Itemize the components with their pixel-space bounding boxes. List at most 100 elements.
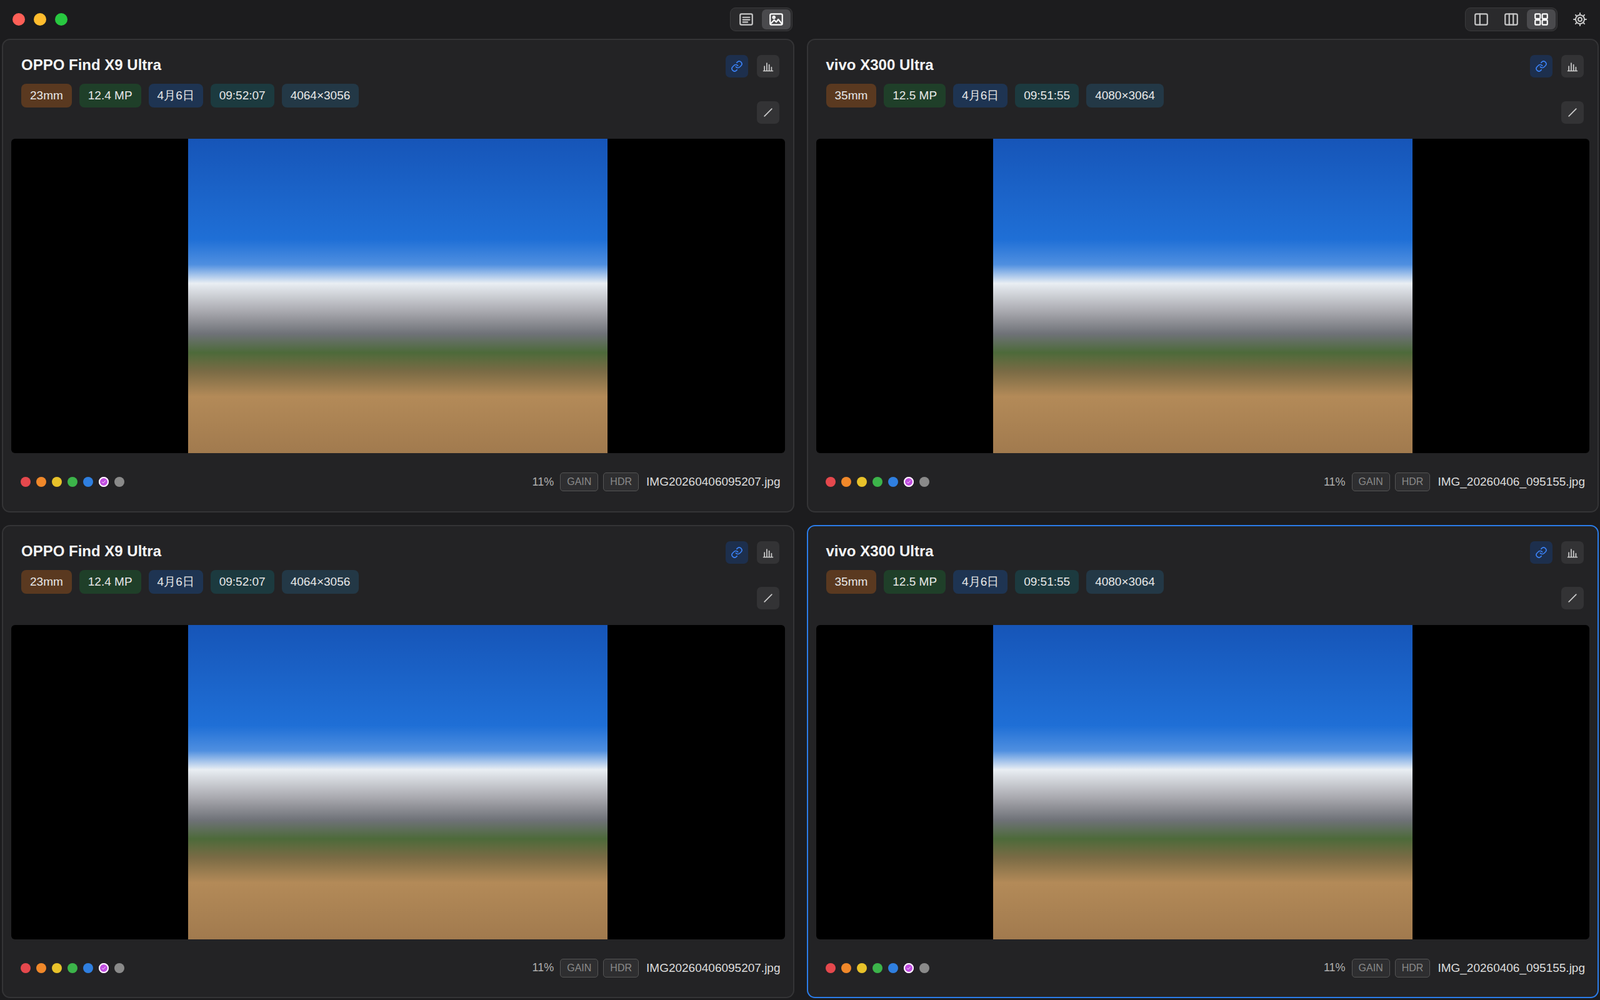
color-label[interactable] [841, 963, 852, 974]
pencil-icon [761, 591, 775, 605]
color-label[interactable] [856, 963, 867, 974]
close-button[interactable] [12, 13, 25, 26]
badge[interactable]: HDR [603, 472, 639, 492]
metadata-chips: 23mm12.4 MP4月6日09:52:074064×3056 [21, 83, 359, 108]
color-label[interactable] [114, 476, 125, 487]
edit-button[interactable] [756, 586, 780, 610]
minimize-button[interactable] [33, 13, 47, 26]
color-label[interactable] [872, 476, 883, 487]
metadata-chip: 09:52:07 [210, 83, 275, 108]
histogram-button[interactable] [756, 55, 780, 78]
color-label-state [841, 476, 852, 487]
layout-button[interactable] [1526, 9, 1556, 30]
metadata-chip: 09:51:55 [1015, 83, 1079, 108]
photo-panel[interactable]: OPPO Find X9 Ultra23mm12.4 MP4月6日09:52:0… [1, 525, 795, 999]
color-label-state [872, 476, 883, 487]
color-label[interactable] [98, 963, 109, 974]
color-label[interactable] [919, 963, 930, 974]
zoom-button[interactable] [55, 13, 68, 26]
color-label[interactable] [83, 476, 94, 487]
image-viewport[interactable] [816, 138, 1590, 454]
color-label[interactable] [114, 963, 125, 974]
badge[interactable]: GAIN [1351, 958, 1390, 978]
histogram-button[interactable] [1561, 55, 1584, 78]
panel-info: vivo X300 Ultra35mm12.5 MP4月6日09:51:5540… [826, 540, 1164, 625]
layout-switch [1465, 7, 1558, 32]
color-label[interactable] [825, 963, 836, 974]
color-label-state [36, 476, 47, 487]
color-label-state [825, 963, 836, 974]
edit-button[interactable] [756, 101, 780, 124]
color-label[interactable] [51, 476, 62, 487]
panel-info: vivo X300 Ultra35mm12.5 MP4月6日09:51:5540… [826, 53, 1164, 139]
metadata-chip: 35mm [826, 570, 877, 594]
histogram-button[interactable] [1561, 541, 1584, 564]
color-label[interactable] [36, 963, 47, 974]
metadata-chip: 4月6日 [148, 83, 204, 108]
image-viewport[interactable] [816, 625, 1590, 940]
badge[interactable]: GAIN [560, 958, 599, 978]
badge-label: HDR [610, 962, 632, 974]
color-label[interactable] [888, 963, 899, 974]
color-label[interactable] [20, 476, 31, 487]
badge[interactable]: GAIN [1351, 472, 1390, 492]
photo-panel[interactable]: vivo X300 Ultra35mm12.5 MP4月6日09:51:5540… [806, 38, 1600, 513]
color-label-state [98, 963, 109, 974]
metadata-chip: 09:52:07 [210, 570, 275, 594]
link-button[interactable] [1530, 541, 1553, 564]
color-label[interactable] [888, 476, 899, 487]
color-label[interactable] [919, 476, 930, 487]
layout-button[interactable] [1496, 9, 1526, 30]
badge[interactable]: HDR [1395, 472, 1431, 492]
panel-actions [1530, 541, 1584, 625]
color-label[interactable] [825, 476, 836, 487]
photo-panel[interactable]: vivo X300 Ultra35mm12.5 MP4月6日09:51:5540… [806, 525, 1600, 999]
badge[interactable]: HDR [603, 958, 639, 978]
link-button[interactable] [725, 55, 749, 78]
metadata-chip: 4064×3056 [281, 570, 360, 594]
color-label-state [825, 476, 836, 487]
badge-label: HDR [1401, 962, 1424, 974]
settings-button[interactable] [1571, 10, 1589, 29]
color-label-state [903, 476, 914, 487]
panel-footer: 11%GAINHDRIMG20260406095207.jpg [3, 453, 794, 512]
badge-label: HDR [1401, 476, 1424, 488]
view-mode-button[interactable] [731, 9, 761, 30]
color-label[interactable] [20, 963, 31, 974]
color-label[interactable] [67, 476, 78, 487]
histogram-button[interactable] [756, 541, 780, 564]
metadata-chip: 12.5 MP [883, 570, 946, 594]
link-button[interactable] [725, 541, 749, 564]
panel-header: OPPO Find X9 Ultra23mm12.4 MP4月6日09:52:0… [3, 526, 794, 625]
camera-title: vivo X300 Ultra [826, 53, 1164, 77]
metadata-chip: 4月6日 [953, 83, 1008, 108]
photo-panel[interactable]: OPPO Find X9 Ultra23mm12.4 MP4月6日09:52:0… [1, 38, 795, 513]
color-label[interactable] [903, 476, 914, 487]
metadata-chip: 4080×3064 [1086, 83, 1164, 108]
link-button[interactable] [1530, 55, 1553, 78]
color-label[interactable] [841, 476, 852, 487]
color-label-state [51, 963, 62, 974]
color-label[interactable] [36, 476, 47, 487]
badge[interactable]: HDR [1395, 958, 1431, 978]
color-labels [20, 963, 125, 974]
image-viewport[interactable] [11, 625, 785, 940]
edit-button[interactable] [1561, 101, 1584, 124]
metadata-chips: 35mm12.5 MP4月6日09:51:554080×3064 [826, 83, 1164, 108]
edit-button[interactable] [1561, 586, 1584, 610]
chip-label: 12.4 MP [88, 575, 133, 589]
color-label-state [919, 963, 930, 974]
color-label[interactable] [83, 963, 94, 974]
view-mode-button[interactable] [761, 9, 791, 30]
color-label[interactable] [98, 476, 109, 487]
color-label[interactable] [872, 963, 883, 974]
image-viewport[interactable] [11, 138, 785, 454]
color-label[interactable] [51, 963, 62, 974]
title-bar-left [12, 13, 730, 26]
layout-button[interactable] [1466, 9, 1496, 30]
color-label-state [872, 963, 883, 974]
color-label[interactable] [67, 963, 78, 974]
color-label[interactable] [903, 963, 914, 974]
color-label[interactable] [856, 476, 867, 487]
badge[interactable]: GAIN [560, 472, 599, 492]
